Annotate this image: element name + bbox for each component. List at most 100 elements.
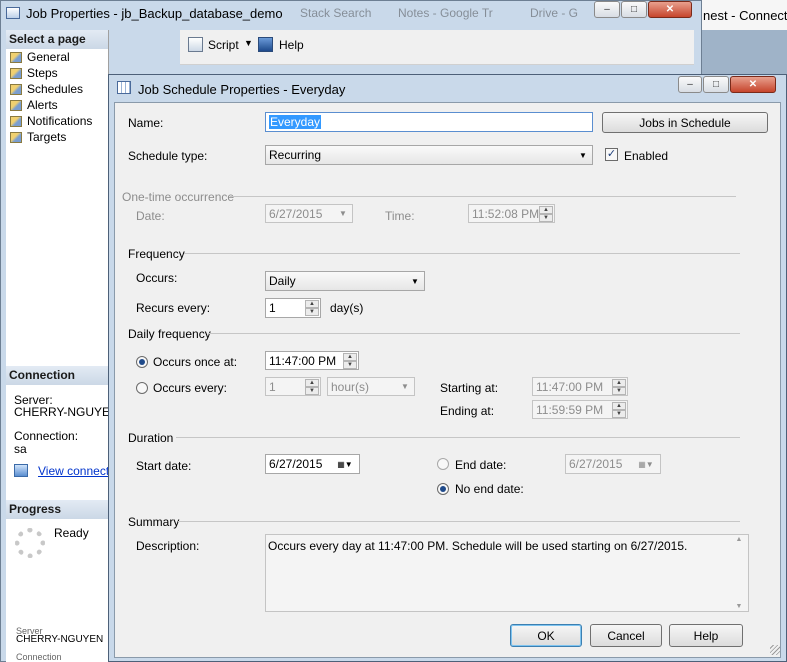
view-connection-link[interactable]: View connection <box>38 464 108 478</box>
one-time-date-label: Date: <box>136 209 165 223</box>
help-icon <box>258 37 273 52</box>
occurs-every-value: 1 <box>269 379 276 394</box>
spinner-icon[interactable]: ▲ ▼ <box>343 353 357 369</box>
help-button[interactable]: Help <box>669 624 743 647</box>
one-time-time-value: 11:52:08 PM <box>472 206 540 221</box>
page-icon <box>10 131 22 143</box>
occurs-every-input[interactable]: 1 ▲ ▼ <box>265 377 321 396</box>
description-label: Description: <box>136 539 200 553</box>
chevron-down-icon: ▼ <box>411 276 419 286</box>
occurs-once-time-input[interactable]: 11:47:00 PM ▲ ▼ <box>265 351 359 370</box>
taskbar-item-drive: Drive - G <box>530 6 578 20</box>
page-steps[interactable]: Steps <box>6 65 108 81</box>
script-button[interactable]: Script <box>208 38 239 52</box>
schedule-type-select[interactable]: Recurring ▼ <box>265 145 593 165</box>
script-icon <box>188 37 203 52</box>
one-time-time-input[interactable]: 11:52:08 PM ▲ ▼ <box>468 204 555 223</box>
taskbar-item-notes: Notes - Google Tr <box>398 6 493 20</box>
section-divider <box>208 333 740 334</box>
end-date-picker[interactable]: 6/27/2015 ▦▼ <box>565 454 661 474</box>
outer-minimize-button[interactable]: – <box>594 1 620 18</box>
page-label: General <box>27 50 70 64</box>
starting-at-value: 11:47:00 PM <box>536 379 604 394</box>
page-notifications[interactable]: Notifications <box>6 113 108 129</box>
ok-button[interactable]: OK <box>510 624 582 647</box>
start-date-value: 6/27/2015 <box>269 457 323 471</box>
page-label: Steps <box>27 66 58 80</box>
occurs-every-radio[interactable] <box>136 382 148 394</box>
spinner-icon[interactable]: ▲ ▼ <box>612 402 626 418</box>
section-divider <box>230 196 736 197</box>
cancel-button[interactable]: Cancel <box>590 624 662 647</box>
outer-maximize-button[interactable]: □ <box>621 1 647 18</box>
page-general[interactable]: General <box>6 49 108 65</box>
occurs-every-label: Occurs every: <box>153 381 228 395</box>
jobs-in-schedule-button[interactable]: Jobs in Schedule <box>602 112 768 133</box>
schedule-type-label: Schedule type: <box>128 149 208 163</box>
recurs-every-value: 1 <box>269 301 276 315</box>
end-date-radio[interactable] <box>437 458 449 470</box>
job-properties-title: Job Properties - jb_Backup_database_demo <box>26 6 283 21</box>
starting-at-input[interactable]: 11:47:00 PM ▲ ▼ <box>532 377 628 396</box>
page-targets[interactable]: Targets <box>6 129 108 145</box>
duration-header: Duration <box>128 431 174 445</box>
recurs-every-label: Recurs every: <box>136 301 211 315</box>
page-label: Notifications <box>27 114 93 128</box>
ending-at-label: Ending at: <box>440 404 495 418</box>
occurs-once-radio[interactable] <box>136 356 148 368</box>
spinner-icon[interactable]: ▲ ▼ <box>539 206 553 222</box>
calendar-dropdown-icon: ▦▼ <box>337 459 353 469</box>
enabled-label: Enabled <box>624 149 669 163</box>
script-dropdown-icon[interactable]: ▼ <box>244 38 253 48</box>
one-time-date-picker[interactable]: 6/27/2015 ▼ <box>265 204 353 223</box>
start-date-picker[interactable]: 6/27/2015 ▦▼ <box>265 454 360 474</box>
one-time-time-label: Time: <box>385 209 415 223</box>
end-date-label: End date: <box>455 458 507 472</box>
page-schedules[interactable]: Schedules <box>6 81 108 97</box>
page-label: Targets <box>27 130 67 144</box>
occurs-select[interactable]: Daily ▼ <box>265 271 425 291</box>
ending-at-value: 11:59:59 PM <box>536 402 604 417</box>
taskbar-item-stack: Stack Search <box>300 6 372 20</box>
section-divider <box>184 253 740 254</box>
starting-at-label: Starting at: <box>440 381 499 395</box>
spinner-icon[interactable]: ▲ ▼ <box>612 379 626 395</box>
section-divider <box>176 437 740 438</box>
background-window-title-text: nest - Connecting <box>703 8 787 23</box>
chevron-down-icon: ▼ <box>579 150 587 160</box>
description-textbox[interactable]: Occurs every day at 11:47:00 PM. Schedul… <box>265 534 749 612</box>
no-end-date-label: No end date: <box>455 482 524 496</box>
page-selector-panel: Select a page General Steps Schedules Al… <box>6 30 109 662</box>
page-icon <box>10 67 22 79</box>
occurs-label: Occurs: <box>136 271 178 285</box>
spinner-icon[interactable]: ▲ ▼ <box>305 300 319 316</box>
help-toolbar-button[interactable]: Help <box>279 38 304 52</box>
dialog-close-button[interactable]: ✕ <box>730 76 776 93</box>
recurs-unit-label: day(s) <box>330 301 364 315</box>
background-window-title: nest - Connecting <box>700 0 787 30</box>
chevron-down-icon: ▼ <box>339 209 347 218</box>
schedule-type-value: Recurring <box>269 148 322 162</box>
one-time-date-value: 6/27/2015 <box>269 206 323 221</box>
name-input[interactable]: Everyday <box>265 112 593 132</box>
page-label: Schedules <box>27 82 84 96</box>
ending-at-input[interactable]: 11:59:59 PM ▲ ▼ <box>532 400 628 419</box>
progress-header: Progress <box>6 500 109 519</box>
no-end-date-radio[interactable] <box>437 483 449 495</box>
spinner-icon[interactable]: ▲ ▼ <box>305 379 319 395</box>
enabled-checkbox[interactable]: ✓ <box>605 148 618 161</box>
description-scrollbar[interactable]: ▲ ▼ <box>731 536 747 610</box>
resize-grip-icon[interactable] <box>770 645 780 655</box>
page-icon <box>10 83 22 95</box>
calendar-icon <box>117 81 131 94</box>
occurs-once-time-value: 11:47:00 PM <box>269 353 337 368</box>
name-label: Name: <box>128 116 164 130</box>
description-value: Occurs every day at 11:47:00 PM. Schedul… <box>268 539 688 553</box>
page-alerts[interactable]: Alerts <box>6 97 108 113</box>
dialog-minimize-button[interactable]: – <box>678 76 702 93</box>
dialog-maximize-button[interactable]: □ <box>703 76 729 93</box>
recurs-every-input[interactable]: 1 ▲ ▼ <box>265 298 321 318</box>
section-divider <box>178 521 740 522</box>
occurs-every-unit-select[interactable]: hour(s) ▼ <box>327 377 415 396</box>
outer-close-button[interactable]: ✕ <box>648 1 692 18</box>
